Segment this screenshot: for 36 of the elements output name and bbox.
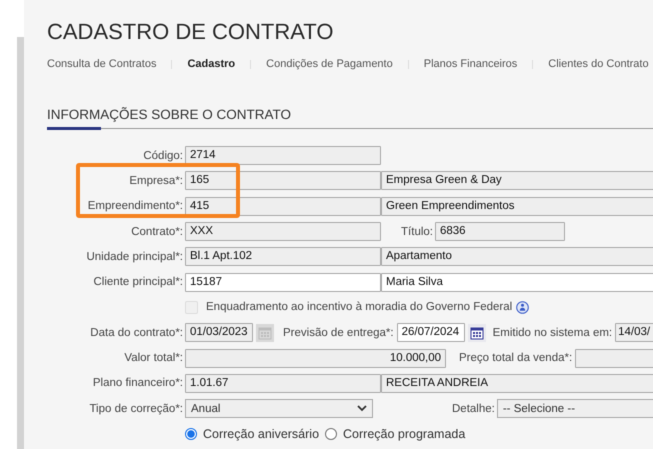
radio-button[interactable] bbox=[185, 428, 197, 440]
date-field[interactable]: 26/07/2024 bbox=[396, 323, 465, 342]
field-label: Tipo de correção*: bbox=[88, 402, 183, 415]
radio-label: Correção aniversário bbox=[203, 426, 320, 441]
field-label: Previsão de entrega*: bbox=[283, 326, 394, 339]
section-heading: INFORMAÇÕES SOBRE O CONTRATO bbox=[47, 107, 292, 123]
field-label: Unidade principal*: bbox=[85, 250, 183, 263]
tab[interactable]: Consulta de Contratos bbox=[47, 58, 156, 70]
field-label: Contrato*: bbox=[130, 226, 183, 238]
checkbox-label: Enquadramento ao incentivo à moradia do Governo Federal bbox=[206, 301, 512, 314]
scrollbar-track[interactable] bbox=[17, 37, 24, 449]
tab[interactable]: Clientes do Contrato bbox=[548, 58, 649, 70]
calendar-icon[interactable] bbox=[468, 324, 486, 342]
select-field[interactable]: Anual bbox=[185, 399, 373, 418]
field-label: Cliente principal*: bbox=[92, 276, 183, 288]
tab[interactable]: Cadastro bbox=[187, 58, 236, 70]
select-field[interactable]: -- Selecione -- bbox=[496, 399, 653, 418]
caret-icon bbox=[357, 405, 367, 412]
page-title: CADASTRO DE CONTRATO bbox=[47, 19, 334, 45]
person-info-icon[interactable] bbox=[516, 300, 530, 314]
tab[interactable]: Condições de Pagamento bbox=[266, 58, 393, 70]
tab[interactable]: Planos Financeiros bbox=[424, 58, 518, 70]
field-label: Preço total da venda*: bbox=[459, 352, 572, 364]
radio-button[interactable] bbox=[325, 428, 338, 440]
field-label: Emitido no sistema em: bbox=[492, 326, 612, 339]
field-label: Empreendimento*: bbox=[86, 200, 183, 212]
field-label: Empresa*: bbox=[128, 174, 183, 187]
field-label: Data do contrato*: bbox=[89, 326, 183, 339]
field-label: Título: bbox=[400, 226, 433, 238]
input-field[interactable]: 15187 bbox=[185, 272, 381, 292]
field-label: Detalhe: bbox=[452, 402, 495, 415]
field-label: Plano financeiro*: bbox=[92, 377, 183, 390]
field-label: Código: bbox=[142, 150, 183, 162]
radio-label: Correção programada bbox=[343, 426, 466, 441]
input-field[interactable]: Maria Silva bbox=[381, 272, 653, 292]
field-label: Valor total*: bbox=[123, 352, 183, 364]
